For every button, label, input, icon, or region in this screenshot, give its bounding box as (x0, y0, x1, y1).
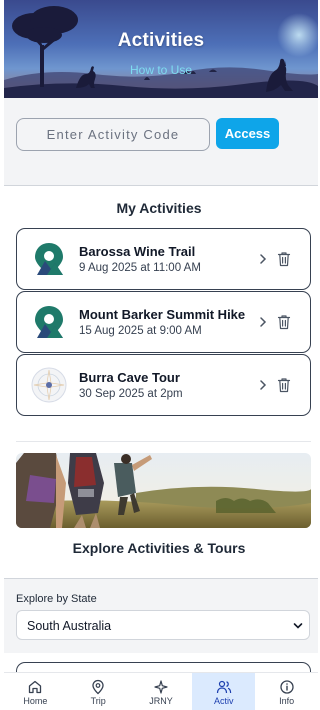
map-pin-logo-icon (35, 306, 63, 338)
map-pin-logo-icon (35, 243, 63, 275)
nav-trip[interactable]: Trip (67, 673, 130, 710)
info-icon (279, 680, 294, 694)
nav-label: Activ (214, 696, 234, 706)
nav-label: Info (279, 696, 295, 706)
trash-icon[interactable] (277, 251, 291, 267)
trash-icon[interactable] (277, 314, 291, 330)
chevron-right-icon (260, 317, 267, 327)
chevron-down-icon (293, 623, 303, 629)
activity-code-section: Access (4, 98, 318, 185)
activity-card[interactable]: Barossa Wine Trail 9 Aug 2025 at 11:00 A… (16, 228, 311, 290)
hikers-photo[interactable] (16, 453, 311, 528)
activity-name: Mount Barker Summit Hike (79, 307, 246, 322)
explore-heading: Explore Activities & Tours (72, 540, 246, 556)
header-banner: Activities How to Use (4, 0, 318, 98)
chevron-right-icon (260, 380, 267, 390)
my-activities-heading: My Activities (116, 200, 202, 216)
state-select[interactable]: South Australia (16, 610, 310, 640)
nav-label: JRNY (149, 696, 173, 706)
circle-emblem-icon (31, 367, 67, 403)
activity-date: 30 Sep 2025 at 2pm (79, 388, 183, 400)
nav-activ[interactable]: Activ (192, 673, 256, 710)
nav-label: Trip (90, 696, 106, 706)
home-icon (29, 680, 42, 694)
map-pin-icon (92, 679, 104, 695)
activity-name: Barossa Wine Trail (79, 244, 196, 259)
trash-icon[interactable] (277, 377, 291, 393)
activity-date: 15 Aug 2025 at 9:00 AM (79, 325, 202, 337)
activity-date: 9 Aug 2025 at 11:00 AM (79, 262, 201, 274)
sparkle-icon (154, 680, 168, 694)
divider (4, 185, 318, 186)
nav-home[interactable]: Home (4, 673, 67, 710)
nav-label: Home (23, 696, 48, 706)
activity-card[interactable]: Mount Barker Summit Hike 15 Aug 2025 at … (16, 291, 311, 353)
activity-name: Burra Cave Tour (79, 370, 180, 385)
how-to-use-link[interactable]: How to Use (4, 63, 318, 77)
activity-card[interactable]: Burra Cave Tour 30 Sep 2025 at 2pm (16, 354, 311, 416)
page-title: Activities (117, 30, 205, 51)
nav-jrny[interactable]: JRNY (130, 673, 193, 710)
nav-info[interactable]: Info (255, 673, 318, 710)
state-label: Explore by State (16, 593, 97, 605)
users-icon (216, 680, 231, 694)
bottom-nav: Home Trip JRNY Activ Info (4, 672, 318, 710)
divider (16, 441, 311, 442)
state-select-value: South Australia (27, 619, 112, 633)
access-button[interactable]: Access (216, 118, 279, 149)
chevron-right-icon (260, 254, 267, 264)
activity-code-input[interactable] (16, 118, 210, 151)
explore-by-state-section: Explore by State South Australia (4, 578, 318, 653)
